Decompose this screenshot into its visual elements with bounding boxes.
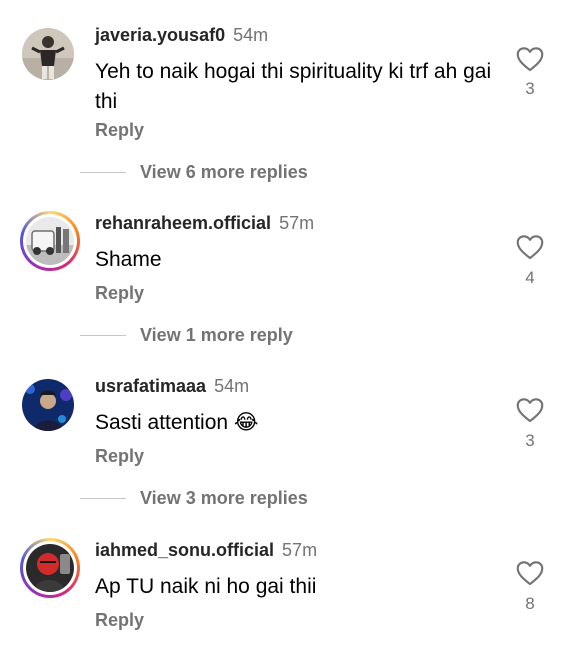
timestamp: 57m [279,213,315,233]
username[interactable]: usrafatimaaa [95,376,206,396]
comment-text: Yeh to naik hogai thi spirituality ki tr… [95,60,492,113]
like-count: 3 [525,431,535,450]
timestamp: 54m [214,376,250,396]
story-ring[interactable] [20,538,80,598]
comment-text: Shame [95,248,162,271]
view-more-replies[interactable]: View 3 more replies [80,488,308,509]
heart-outline-icon[interactable] [516,560,544,586]
comment-header: javeria.yousaf0 54m [95,25,268,46]
like-count: 4 [525,268,535,287]
person-photo-avatar[interactable] [22,28,74,80]
thread-line [80,335,126,336]
view-more-replies[interactable]: View 6 more replies [80,162,308,183]
view-more-replies[interactable]: View 1 more reply [80,325,293,346]
blue-photo-avatar[interactable] [22,379,74,431]
timestamp: 57m [282,540,318,560]
username[interactable]: javeria.yousaf0 [95,25,225,45]
heart-outline-icon[interactable] [516,397,544,423]
comment-text: Ap TU naik ni ho gai thii [95,575,317,598]
username[interactable]: rehanraheem.official [95,213,271,233]
heart-outline-icon[interactable] [516,46,544,72]
like-count: 8 [525,594,535,613]
comment-text: Sasti attention 😂 [95,411,259,434]
view-more-replies-label[interactable]: View 6 more replies [140,162,308,183]
thread-line [80,172,126,173]
view-more-replies-label[interactable]: View 1 more reply [140,325,293,346]
thread-line [80,498,126,499]
car-photo-avatar [26,217,74,265]
comment-header: rehanraheem.official 57m [95,213,314,234]
reply-button[interactable]: Reply [95,120,144,141]
red-photo-avatar [26,544,74,592]
reply-button[interactable]: Reply [95,283,144,304]
like-count: 3 [525,79,535,98]
comment-header: usrafatimaaa 54m [95,376,249,397]
heart-outline-icon[interactable] [516,234,544,260]
story-ring[interactable] [20,211,80,271]
view-more-replies-label[interactable]: View 3 more replies [140,488,308,509]
comment-header: iahmed_sonu.official 57m [95,540,317,561]
reply-button[interactable]: Reply [95,610,144,631]
username[interactable]: iahmed_sonu.official [95,540,274,560]
reply-button[interactable]: Reply [95,446,144,467]
timestamp: 54m [233,25,269,45]
